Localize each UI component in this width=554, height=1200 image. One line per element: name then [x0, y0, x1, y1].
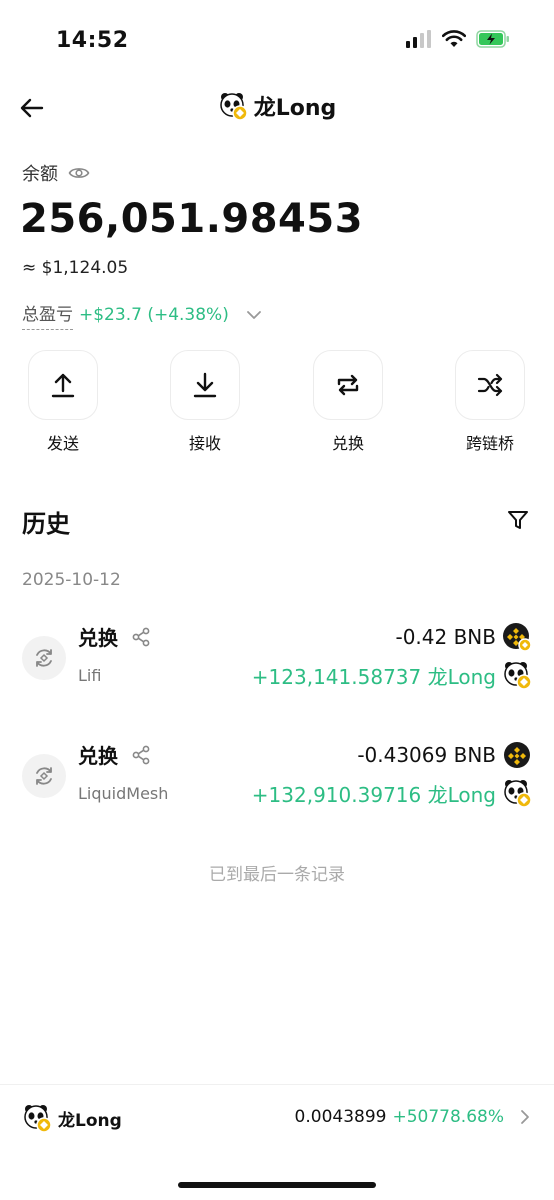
panda-token-icon: [504, 662, 532, 690]
pnl-label: 总盈亏: [22, 300, 73, 330]
tx-in-amount: +123,141.58737 龙Long: [251, 664, 496, 689]
transaction-row[interactable]: 兑换 LiquidMesh -0.43069 BNB +132,910.3971…: [0, 740, 554, 836]
panda-token-icon: [219, 93, 248, 121]
nav-title-group: 龙Long: [0, 90, 554, 122]
send-action[interactable]: 发送: [18, 350, 108, 454]
history-date: 2025-10-12: [22, 570, 121, 590]
bnb-token-icon: [503, 623, 532, 652]
token-price-group: 0.0043899 +50778.68%: [295, 1107, 532, 1127]
download-icon: [193, 372, 217, 398]
wifi-icon: [442, 30, 466, 47]
receive-action[interactable]: 接收: [160, 350, 250, 454]
refresh-icon: [36, 649, 52, 667]
balance-usd-value: ≈ $1,124.05: [22, 258, 129, 278]
send-button[interactable]: [28, 350, 98, 420]
receive-label: 接收: [188, 434, 221, 453]
status-icons: [406, 30, 510, 48]
tx-source: LiquidMesh: [78, 784, 169, 803]
nav-bar: 龙Long: [0, 80, 554, 136]
tx-in-row: +123,141.58737 龙Long: [252, 660, 532, 690]
swap-button[interactable]: [313, 350, 383, 420]
pnl-value: +$23.7 (+4.38%): [79, 305, 229, 325]
upload-icon: [51, 373, 75, 398]
tx-type-row: 兑换: [78, 740, 152, 769]
token-price: 0.0043899: [294, 1107, 387, 1127]
token-info: 龙Long: [22, 1103, 122, 1133]
battery-charging-icon: [476, 30, 509, 48]
pnl-row[interactable]: 总盈亏 +$23.7 (+4.38%): [22, 300, 263, 330]
balance-label: 余额: [22, 164, 58, 185]
eye-icon[interactable]: [68, 165, 90, 181]
balance-amount: 256,051.98453: [20, 196, 364, 242]
swap-tx-icon: [22, 754, 66, 798]
filter-button[interactable]: [504, 506, 532, 534]
refresh-icon: [36, 767, 52, 785]
tx-out-amount: -0.43069 BNB: [357, 743, 496, 767]
end-of-list-message: 已到最后一条记录: [209, 865, 345, 885]
share-icon[interactable]: [130, 626, 152, 648]
status-time: 14:52: [56, 28, 129, 53]
bridge-label: 跨链桥: [465, 434, 514, 453]
swap-tx-icon: [22, 636, 66, 680]
tx-out-amount: -0.42 BNB: [395, 625, 496, 649]
receive-button[interactable]: [170, 350, 240, 420]
page-title: 龙Long: [253, 96, 337, 121]
tx-type-row: 兑换: [78, 622, 152, 651]
tx-source: Lifi: [78, 666, 102, 685]
filter-icon: [508, 511, 528, 529]
home-indicator: [178, 1182, 376, 1188]
balance-label-row: 余额: [22, 160, 90, 186]
swap-action[interactable]: 兑换: [303, 350, 393, 454]
send-label: 发送: [46, 434, 79, 453]
bridge-button[interactable]: [455, 350, 525, 420]
panda-token-icon: [504, 780, 532, 808]
swap-label: 兑换: [331, 434, 364, 453]
tx-out-row: -0.43069 BNB: [357, 740, 532, 770]
share-icon[interactable]: [130, 744, 152, 766]
tx-in-amount: +132,910.39716 龙Long: [251, 782, 496, 807]
transaction-row[interactable]: 兑换 Lifi -0.42 BNB +123,141.58737 龙Long: [0, 622, 554, 718]
shuffle-icon: [477, 373, 503, 397]
chevron-down-icon: [246, 311, 261, 319]
action-bar: 发送 接收 兑换 跨链桥: [0, 350, 554, 460]
tx-type: 兑换: [78, 744, 118, 768]
tx-type: 兑换: [78, 626, 118, 650]
bridge-action[interactable]: 跨链桥: [445, 350, 535, 454]
status-bar: 14:52: [0, 0, 554, 80]
tx-in-row: +132,910.39716 龙Long: [252, 778, 532, 808]
cellular-signal-icon: [406, 30, 431, 48]
bnb-token-icon: [504, 742, 530, 768]
tx-out-row: -0.42 BNB: [395, 622, 532, 652]
history-title: 历史: [22, 510, 70, 538]
token-price-bar[interactable]: 龙Long 0.0043899 +50778.68%: [0, 1084, 554, 1154]
token-price-change: +50778.68%: [392, 1107, 504, 1127]
swap-icon: [337, 374, 359, 396]
panda-token-icon: [24, 1105, 52, 1133]
token-name: 龙Long: [58, 1110, 122, 1131]
chevron-right-icon: [521, 1110, 529, 1124]
